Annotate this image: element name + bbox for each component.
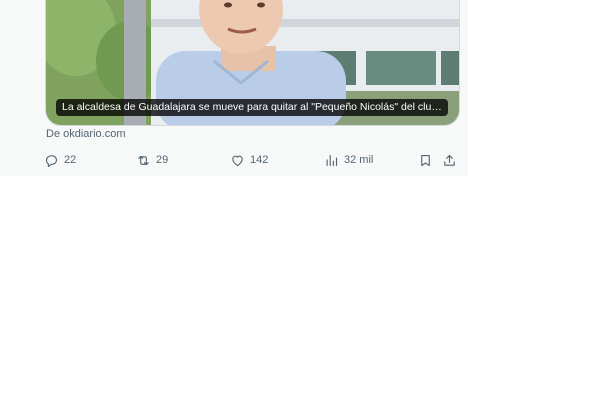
retweet-count: 29 bbox=[156, 154, 169, 166]
tweet-card: La alcaldesa de Guadalajara se mueve par… bbox=[0, 0, 468, 176]
tweet-actions: 22 29 142 32 mil bbox=[44, 150, 460, 170]
like-count: 142 bbox=[250, 154, 269, 166]
media-caption: La alcaldesa de Guadalajara se mueve par… bbox=[56, 99, 448, 116]
retweet-button[interactable]: 29 bbox=[136, 150, 168, 170]
link-preview-card[interactable]: La alcaldesa de Guadalajara se mueve par… bbox=[45, 0, 460, 126]
views-count: 32 mil bbox=[344, 154, 374, 166]
bookmark-button[interactable] bbox=[418, 150, 433, 170]
views-icon bbox=[326, 154, 338, 166]
views-button[interactable]: 32 mil bbox=[324, 150, 373, 170]
bookmark-icon bbox=[421, 154, 430, 166]
share-icon bbox=[444, 154, 455, 166]
reply-count: 22 bbox=[64, 154, 77, 166]
like-icon bbox=[232, 155, 243, 166]
reply-button[interactable]: 22 bbox=[44, 150, 76, 170]
reply-icon bbox=[45, 154, 58, 167]
retweet-icon bbox=[138, 155, 149, 165]
link-source[interactable]: De okdiario.com bbox=[46, 128, 125, 140]
like-button[interactable]: 142 bbox=[230, 150, 268, 170]
share-button[interactable] bbox=[442, 150, 457, 170]
